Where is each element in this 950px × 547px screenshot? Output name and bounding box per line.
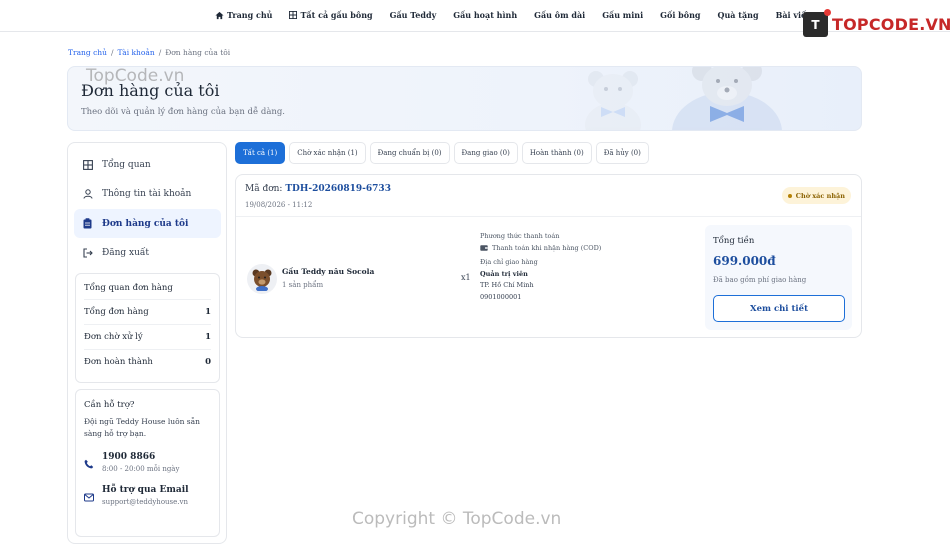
summary-label: Đơn hoàn thành [84,357,153,367]
receiver-phone: 0901000001 [480,292,522,301]
nav-long-hug[interactable]: Gấu ôm dài [534,10,585,20]
order-card: Mã đơn: TDH-20260819-6733 19/08/2026 - 1… [235,174,862,338]
nav-all-bears[interactable]: Tất cả gấu bông [289,10,373,20]
page-hero: Đơn hàng của tôi Theo dõi và quản lý đơn… [67,66,862,131]
support-hours: 8:00 - 20:00 mỗi ngày [102,465,180,473]
page-subtitle: Theo dõi và quản lý đơn hàng của bạn dễ … [81,107,286,117]
payment-method-label: Thanh toán khi nhận hàng (COD) [492,243,602,252]
view-detail-button[interactable]: Xem chi tiết [713,295,845,322]
support-phone-number: 1900 8866 [102,452,156,462]
order-summary-card: Tổng quan đơn hàng Tổng đơn hàng 1 Đơn c… [75,273,220,383]
breadcrumb-separator: / [110,48,114,57]
main-nav: Trang chủ Tất cả gấu bông Gấu Teddy Gấu … [215,10,810,20]
order-code: Mã đơn: TDH-20260819-6733 [245,184,391,194]
nav-mini[interactable]: Gấu mini [602,10,643,20]
order-status-tabs: Tất cả (1) Chờ xác nhận (1) Đang chuẩn b… [235,142,649,164]
tab-all[interactable]: Tất cả (1) [235,142,286,164]
home-icon [215,11,224,19]
payment-label: Phương thức thanh toán [480,232,560,240]
teddy-bear-illustration [585,71,641,130]
total-note: Đã bao gồm phí giao hàng [713,276,807,284]
teddy-bear-icon [252,269,272,291]
breadcrumb-current: Đơn hàng của tôi [165,48,231,57]
order-code-label: Mã đơn: [245,184,283,194]
topcode-logo: T TOPCODE.VN [803,9,950,37]
total-amount: 699.000đ [713,254,776,268]
sidebar-item-overview[interactable]: Tổng quan [74,150,221,179]
grid-icon [82,159,93,170]
payment-method: Thanh toán khi nhận hàng (COD) [480,243,601,255]
logout-icon [82,247,93,258]
nav-home-label: Trang chủ [227,10,273,20]
sidebar-item-label: Đơn hàng của tôi [102,218,189,229]
receiver-name: Quản trị viên [480,269,528,278]
sidebar-item-label: Thông tin tài khoản [102,188,192,199]
summary-row-completed: Đơn hoàn thành 0 [84,350,211,374]
summary-value: 1 [205,307,211,317]
product-name: Gấu Teddy nâu Socola [282,267,375,276]
order-info: Phương thức thanh toán Thanh toán khi nh… [480,231,601,303]
wallet-icon [480,245,488,251]
breadcrumb-separator: / [158,48,162,57]
support-email-address: support@teddyhouse.vn [102,498,188,506]
order-code-value: TDH-20260819-6733 [285,184,391,194]
nav-home[interactable]: Trang chủ [215,10,272,20]
sidebar-item-account-info[interactable]: Thông tin tài khoản [74,179,221,208]
support-email-title: Hỗ trợ qua Email [102,485,189,495]
tab-cancelled[interactable]: Đã hủy (0) [595,142,649,164]
tab-preparing[interactable]: Đang chuẩn bị (0) [369,142,450,164]
support-title: Cần hỗ trợ? [84,400,135,410]
product-image [247,264,277,294]
product-count: 1 sản phẩm [282,281,324,289]
support-phone[interactable]: 1900 8866 8:00 - 20:00 mỗi ngày [84,452,211,473]
teddy-bear-illustration [672,67,782,130]
tab-completed[interactable]: Hoàn thành (0) [521,142,592,164]
logo-mark: T [803,9,831,37]
phone-icon [84,452,94,473]
product-quantity: x1 [461,273,471,282]
support-card: Cần hỗ trợ? Đội ngũ Teddy House luôn sẵn… [75,389,220,537]
breadcrumb-home[interactable]: Trang chủ [68,48,107,57]
address-label: Địa chỉ giao hàng [480,258,538,266]
breadcrumb-account[interactable]: Tài khoản [117,48,154,57]
tab-pending[interactable]: Chờ xác nhận (1) [289,142,366,164]
support-description: Đội ngũ Teddy House luôn sẵn sàng hỗ trợ… [84,417,200,438]
status-badge: Chờ xác nhận [781,187,851,204]
order-summary-title: Tổng quan đơn hàng [84,274,211,300]
summary-label: Tổng đơn hàng [84,307,149,317]
nav-teddy[interactable]: Gấu Teddy [390,10,437,20]
order-date: 19/08/2026 - 11:12 [245,201,313,209]
account-sidebar: Tổng quan Thông tin tài khoản Đơn hàng c… [67,142,227,544]
nav-pillow[interactable]: Gối bông [660,10,700,20]
sidebar-item-label: Đăng xuất [102,247,150,258]
receiver-city: TP. Hồ Chí Minh [480,281,534,289]
summary-value: 1 [205,332,211,342]
breadcrumb: Trang chủ / Tài khoản / Đơn hàng của tôi [68,48,230,57]
user-icon [82,188,93,199]
grid-icon [289,11,298,19]
sidebar-item-logout[interactable]: Đăng xuất [74,238,221,267]
summary-row-pending: Đơn chờ xử lý 1 [84,325,211,350]
nav-cartoon[interactable]: Gấu hoạt hình [453,10,517,20]
logo-text: TOPCODE.VN [832,15,950,34]
order-total-box: Tổng tiền 699.000đ Đã bao gồm phí giao h… [705,225,852,330]
watermark: TopCode.vn [86,66,185,86]
sidebar-item-label: Tổng quan [102,159,151,170]
order-header: Mã đơn: TDH-20260819-6733 19/08/2026 - 1… [236,175,861,217]
clipboard-icon [82,218,93,229]
copyright-watermark: Copyright © TopCode.vn [352,509,562,529]
summary-label: Đơn chờ xử lý [84,332,143,342]
mail-icon [84,485,94,506]
nav-gift[interactable]: Quà tặng [718,10,759,20]
top-navbar: Trang chủ Tất cả gấu bông Gấu Teddy Gấu … [0,0,950,37]
total-label: Tổng tiền [713,236,755,246]
status-badge-label: Chờ xác nhận [795,191,845,200]
status-dot-icon [787,193,792,198]
summary-value: 0 [205,357,211,367]
nav-all-bears-label: Tất cả gấu bông [300,10,373,20]
tab-shipping[interactable]: Đang giao (0) [453,142,518,164]
summary-row-total: Tổng đơn hàng 1 [84,300,211,325]
sidebar-item-my-orders[interactable]: Đơn hàng của tôi [74,209,221,238]
support-email[interactable]: Hỗ trợ qua Email support@teddyhouse.vn [84,485,211,506]
